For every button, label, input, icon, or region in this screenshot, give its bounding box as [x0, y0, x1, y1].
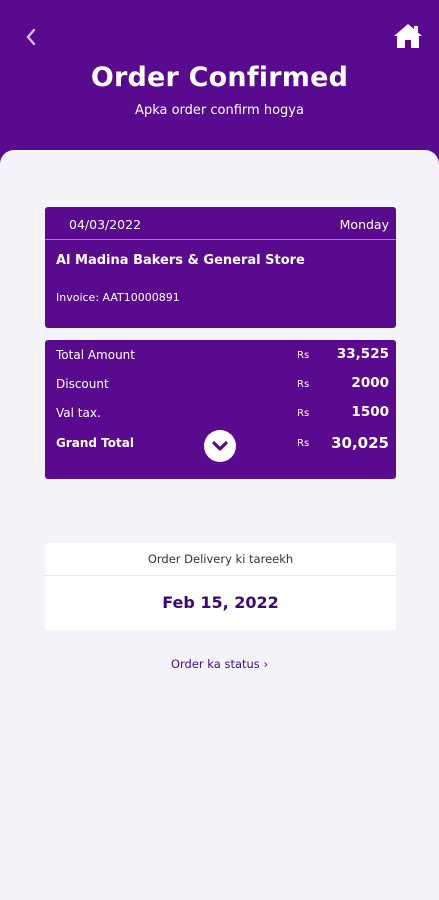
expand-details-button[interactable]	[204, 430, 236, 462]
chevron-down-icon	[212, 441, 228, 451]
summary-amount: 33,525	[336, 346, 389, 362]
currency-label: Rs	[297, 350, 310, 361]
content-sheet: 04/03/2022 Monday Al Madina Bakers & Gen…	[0, 150, 439, 900]
currency-label: Rs	[297, 438, 310, 449]
summary-row-total-amount: Total Amount Rs 33,525	[45, 346, 396, 368]
currency-label: Rs	[297, 379, 310, 390]
page-title: Order Confirmed	[90, 62, 349, 93]
amount-summary-card: Total Amount Rs 33,525 Discount Rs 2000 …	[45, 340, 396, 479]
summary-label: Discount	[56, 377, 109, 391]
order-date-row: 04/03/2022 Monday	[45, 207, 396, 240]
summary-row-discount: Discount Rs 2000	[45, 375, 396, 397]
home-button[interactable]	[393, 22, 423, 50]
summary-amount: 1500	[351, 404, 389, 420]
summary-amount: 30,025	[331, 434, 389, 452]
order-date: 04/03/2022	[69, 217, 142, 232]
delivery-date-label: Order Delivery ki tareekh	[45, 543, 396, 576]
back-button[interactable]	[20, 24, 42, 50]
summary-label: Total Amount	[56, 348, 135, 362]
store-name: Al Madina Bakers & General Store	[56, 253, 305, 268]
page-subtitle: Apka order confirm hogya	[135, 103, 304, 118]
invoice-number: Invoice: AAT10000891	[56, 291, 180, 304]
header: Order Confirmed Apka order confirm hogya	[0, 0, 439, 170]
order-status-link[interactable]: Order ka status ›	[0, 657, 439, 671]
home-icon	[394, 24, 422, 48]
delivery-date-card: Order Delivery ki tareekh Feb 15, 2022	[45, 543, 396, 630]
order-info-card: 04/03/2022 Monday Al Madina Bakers & Gen…	[45, 207, 396, 328]
summary-label: Grand Total	[56, 436, 134, 450]
summary-label: Val tax.	[56, 406, 101, 420]
summary-row-val-tax: Val tax. Rs 1500	[45, 404, 396, 426]
delivery-date-value: Feb 15, 2022	[162, 593, 279, 612]
currency-label: Rs	[297, 408, 310, 419]
summary-amount: 2000	[351, 375, 389, 391]
order-day: Monday	[339, 217, 389, 232]
chevron-left-icon	[26, 28, 36, 46]
